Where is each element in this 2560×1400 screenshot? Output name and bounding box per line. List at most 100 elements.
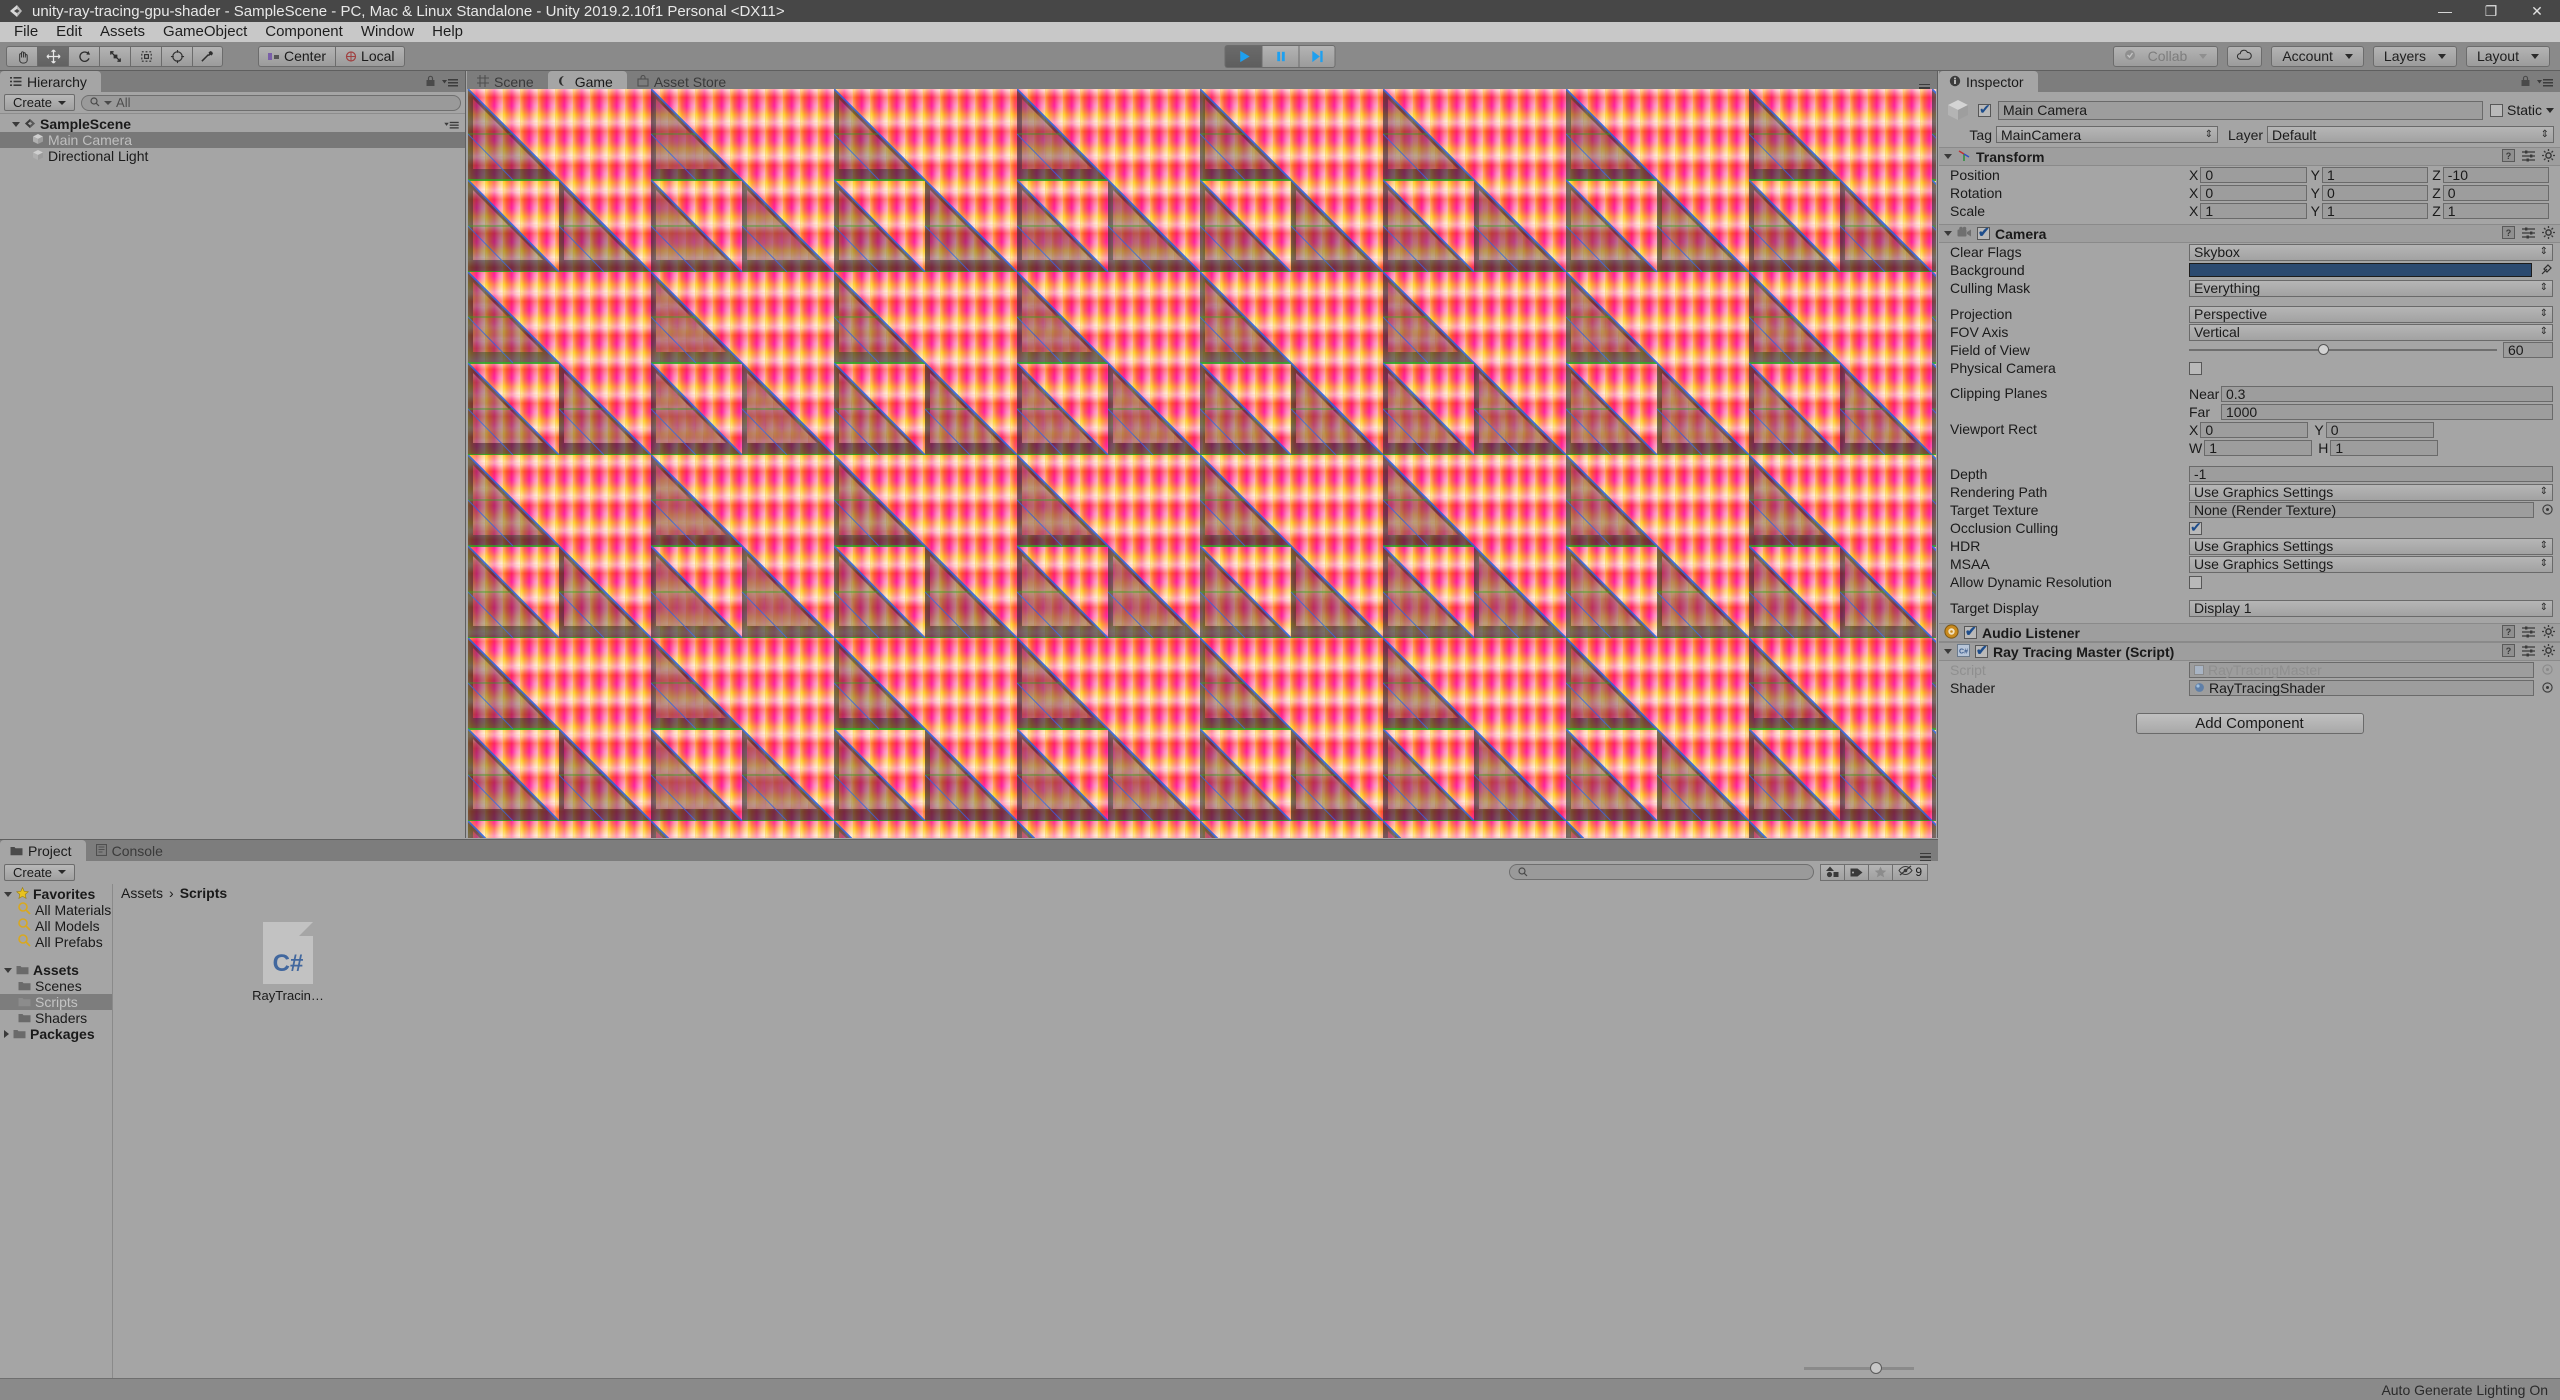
help-icon[interactable]: ? [2502,624,2515,641]
project-search-input[interactable] [1509,864,1815,880]
component-header-ray-tracing-master[interactable]: C# Ray Tracing Master (Script) ? [1939,642,2560,661]
menu-edit[interactable]: Edit [47,22,91,42]
tab-project[interactable]: Project [0,840,86,861]
rotation-x-input[interactable]: 0 [2200,185,2307,201]
gear-icon[interactable] [2542,225,2555,242]
preset-icon[interactable] [2522,625,2535,641]
help-icon[interactable]: ? [2502,643,2515,660]
hierarchy-row-main-camera[interactable]: Main Camera [0,132,465,148]
menu-file[interactable]: File [5,22,47,42]
collab-button[interactable]: Collab [2112,45,2219,67]
preset-icon[interactable] [2522,149,2535,165]
viewport-y-input[interactable]: 0 [2325,422,2434,438]
fov-value-input[interactable]: 60 [2503,342,2553,358]
menu-help[interactable]: Help [423,22,472,42]
cloud-button[interactable] [2227,45,2263,67]
tree-row-favorites[interactable]: Favorites [0,886,112,902]
occlusion-culling-checkbox[interactable] [2189,519,2202,536]
lock-icon[interactable] [425,72,436,92]
filter-favorites-icon[interactable] [1868,863,1893,881]
tab-hierarchy[interactable]: Hierarchy [0,71,101,92]
viewport-w-input[interactable]: 1 [2204,440,2313,456]
move-tool-button[interactable] [37,45,68,67]
custom-editor-tool-button[interactable] [192,45,223,67]
project-create-button[interactable]: Create [4,863,76,881]
add-component-button[interactable]: Add Component [2135,713,2364,734]
position-y-input[interactable]: 1 [2321,167,2429,183]
account-button[interactable]: Account [2271,45,2364,67]
tree-row-scenes[interactable]: Scenes [0,978,112,994]
far-plane-input[interactable]: 1000 [2221,404,2553,420]
transform-tool-button[interactable] [161,45,192,67]
pivot-mode-button[interactable]: Center [258,45,336,67]
chevron-down-icon[interactable] [1944,649,1952,654]
rendering-path-dropdown[interactable]: Use Graphics Settings ⇕ [2189,483,2553,501]
gear-icon[interactable] [2542,148,2555,165]
hierarchy-row-directional-light[interactable]: Directional Light [0,148,465,164]
hierarchy-row-samplescene[interactable]: SampleScene [0,116,465,132]
pause-button[interactable] [1261,44,1299,68]
tag-dropdown[interactable]: MainCamera ⇕ [1996,126,2218,143]
gameobject-enabled-checkbox[interactable] [1978,101,1991,118]
chevron-down-icon[interactable] [4,891,12,897]
filter-by-label-icon[interactable] [1844,863,1869,881]
minimize-button[interactable]: — [2422,0,2468,22]
lock-icon[interactable] [2520,72,2531,92]
allow-dynamic-resolution-checkbox[interactable] [2189,575,2202,589]
help-icon[interactable]: ? [2502,148,2515,165]
chevron-down-icon[interactable] [1944,231,1952,236]
menu-window[interactable]: Window [352,22,423,42]
tab-inspector[interactable]: Inspector [1939,71,2038,92]
asset-zoom-slider[interactable] [1804,1361,1914,1374]
component-header-transform[interactable]: Transform ? [1939,147,2560,166]
depth-input[interactable]: -1 [2189,466,2553,482]
ray-tracing-master-enabled-checkbox[interactable] [1975,642,1988,659]
viewport-x-input[interactable]: 0 [2200,422,2309,438]
hdr-dropdown[interactable]: Use Graphics Settings ⇕ [2189,537,2553,555]
tree-row-shaders[interactable]: Shaders [0,1010,112,1026]
menu-component[interactable]: Component [256,22,352,42]
tab-console[interactable]: Console [85,840,177,861]
play-button[interactable] [1224,44,1262,68]
hierarchy-create-button[interactable]: Create [4,94,76,111]
chevron-down-icon[interactable] [12,121,20,127]
chevron-down-icon[interactable] [4,967,12,973]
hidden-packages-button[interactable]: 9 [1892,863,1928,881]
rotate-tool-button[interactable] [68,45,99,67]
breadcrumb-assets[interactable]: Assets [121,885,163,901]
object-picker-icon[interactable] [2542,662,2553,678]
audio-listener-enabled-checkbox[interactable] [1964,623,1977,640]
help-icon[interactable]: ? [2502,225,2515,242]
scale-z-input[interactable]: 1 [2442,203,2549,219]
inspector-menu-icon[interactable] [2537,72,2553,92]
projection-dropdown[interactable]: Perspective ⇕ [2189,305,2553,323]
rotation-y-input[interactable]: 0 [2321,185,2429,201]
camera-enabled-checkbox[interactable] [1977,224,1990,241]
project-menu-icon[interactable] [1920,852,1931,861]
scale-tool-button[interactable] [99,45,130,67]
culling-mask-dropdown[interactable]: Everything ⇕ [2189,279,2553,297]
shader-objectfield[interactable]: RayTracingShader [2189,680,2534,696]
rotation-z-input[interactable]: 0 [2442,185,2549,201]
asset-item-raytracingmaster[interactable]: C# RayTracin… [243,922,333,1003]
object-picker-icon[interactable] [2542,502,2553,518]
filter-by-type-icon[interactable] [1820,863,1845,881]
position-x-input[interactable]: 0 [2200,167,2307,183]
close-button[interactable]: ✕ [2514,0,2560,22]
tree-row-scripts[interactable]: Scripts [0,994,112,1010]
scale-x-input[interactable]: 1 [2200,203,2307,219]
target-display-dropdown[interactable]: Display 1 ⇕ [2189,599,2553,617]
object-picker-icon[interactable] [2542,680,2553,696]
tree-row-all-models[interactable]: All Models [0,918,112,934]
fov-slider[interactable] [2189,344,2497,355]
scale-y-input[interactable]: 1 [2321,203,2429,219]
tree-row-packages[interactable]: Packages [0,1026,112,1042]
step-button[interactable] [1298,44,1336,68]
position-z-input[interactable]: -10 [2442,167,2549,183]
layout-button[interactable]: Layout [2465,45,2550,67]
chevron-down-icon[interactable] [1944,154,1952,159]
asset-zoom-knob[interactable] [1870,1361,1882,1374]
background-color-swatch[interactable] [2189,263,2532,277]
fov-slider-knob[interactable] [2318,344,2330,355]
hierarchy-search-input[interactable]: All [81,94,461,111]
